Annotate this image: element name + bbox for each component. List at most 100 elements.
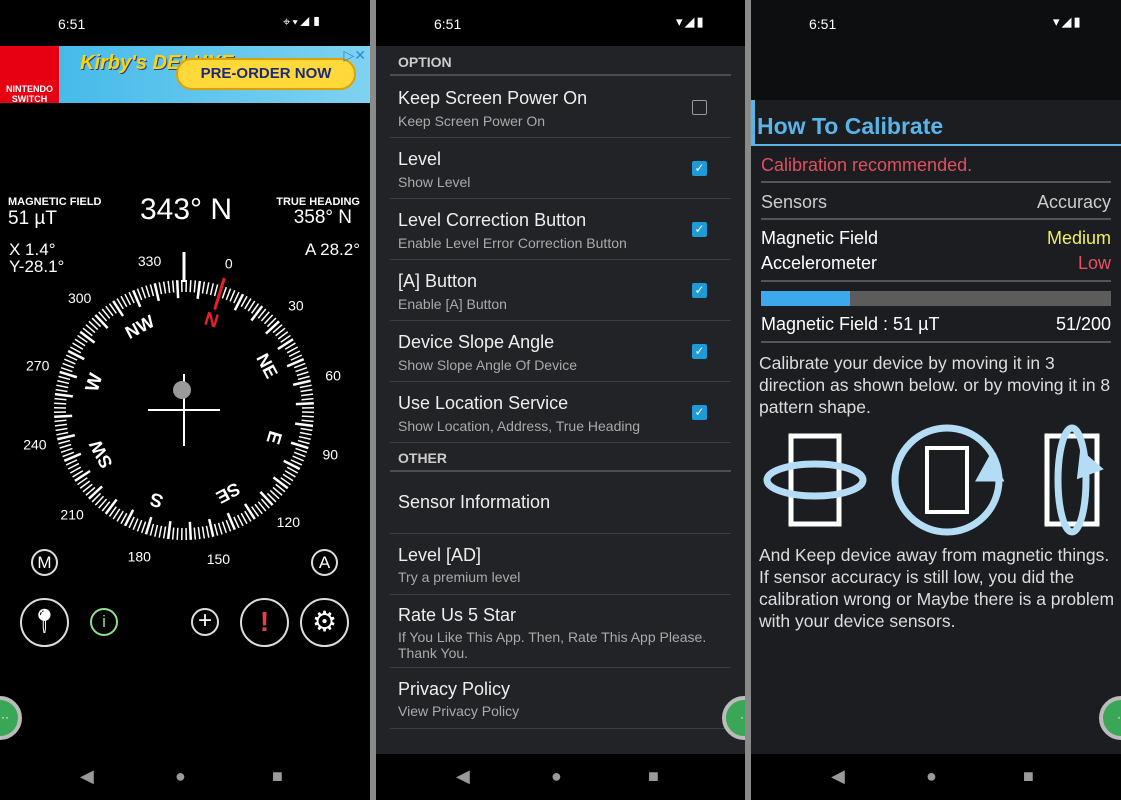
option-checkbox[interactable]: ✓: [692, 405, 707, 420]
back-icon[interactable]: ◀: [456, 766, 470, 787]
dial-tick: [56, 431, 69, 436]
other-subtitle: Try a premium level: [398, 569, 521, 585]
dial-tick: [149, 523, 155, 536]
dial-tick: [54, 423, 67, 427]
dial-tick: [196, 280, 202, 299]
nav-bar: ◀ ● ■: [0, 754, 370, 800]
degree-label: 210: [60, 506, 84, 522]
calibrate-screen: 6:51 ▾◢▮ How To Calibrate Calibration re…: [751, 0, 1121, 800]
floating-menu-button[interactable]: ··: [1099, 696, 1121, 740]
dial-tick: [144, 516, 153, 535]
dial-tick: [209, 283, 214, 296]
dial-tick: [59, 370, 78, 379]
other-item[interactable]: Sensor Information: [390, 473, 731, 534]
rotate-horizontal-icon: [763, 433, 867, 527]
nav-bar: ◀ ● ■: [376, 754, 745, 800]
recents-icon[interactable]: ■: [1023, 766, 1034, 787]
dial-tick: [201, 281, 206, 294]
dial-tick: [145, 285, 151, 298]
warning-text: And Keep device away from magnetic thing…: [759, 545, 1115, 631]
alert-button[interactable]: !: [240, 598, 289, 647]
ad-cta-button[interactable]: PRE-ORDER NOW: [176, 58, 356, 90]
dial-tick: [79, 330, 96, 344]
home-icon[interactable]: ●: [175, 766, 186, 787]
dial-tick: [301, 393, 314, 397]
dial-tick: [277, 338, 294, 351]
dial-tick: [205, 282, 210, 295]
dial-tick: [221, 521, 228, 534]
option-subtitle: Show Location, Address, True Heading: [398, 418, 641, 434]
dial-tick: [58, 375, 71, 381]
home-icon[interactable]: ●: [551, 766, 562, 787]
dial-tick: [162, 526, 167, 539]
option-checkbox[interactable]: ✓: [692, 222, 707, 237]
dial-tick: [292, 379, 311, 387]
accent-bar: [751, 100, 755, 146]
status-icons: ▾◢▮: [1053, 14, 1083, 29]
back-icon[interactable]: ◀: [80, 766, 94, 787]
divider: [390, 74, 731, 76]
ad-close-icon[interactable]: ▷✕: [344, 47, 367, 64]
recents-icon[interactable]: ■: [272, 766, 283, 787]
dial-tick: [225, 288, 232, 301]
dial-tick: [149, 284, 155, 297]
option-checkbox[interactable]: ✓: [692, 161, 707, 176]
option-checkbox[interactable]: [692, 100, 707, 115]
progress-text: 51/200: [1055, 314, 1111, 334]
sensor-accuracy: Low: [1077, 253, 1111, 273]
dial-tick: [55, 427, 68, 432]
recents-icon[interactable]: ■: [648, 766, 659, 787]
dial-tick: [171, 527, 175, 540]
dial-tick: [297, 439, 310, 445]
dial-tick: [213, 284, 219, 297]
floating-menu-button[interactable]: ··: [0, 696, 22, 740]
location-button[interactable]: 📍︎: [20, 598, 69, 647]
progress-fill: [761, 291, 851, 306]
m-button[interactable]: M: [31, 549, 58, 576]
degree-label: 120: [277, 514, 301, 530]
option-item[interactable]: Use Location Service Show Location, Addr…: [390, 382, 731, 443]
option-title: Level: [398, 149, 442, 169]
dial-tick: [225, 519, 232, 532]
dial-tick: [300, 388, 313, 393]
option-checkbox[interactable]: ✓: [692, 283, 707, 298]
settings-button[interactable]: ⚙: [300, 598, 349, 647]
status-bar: 6:51 ▾◢▮: [376, 0, 745, 46]
other-title: Sensor Information: [398, 492, 551, 512]
dial-tick: [299, 431, 312, 436]
ad-brand: NINTENDO SWITCH: [0, 46, 59, 104]
dial-tick: [136, 519, 143, 532]
add-button[interactable]: +: [191, 608, 219, 636]
magnetic-field-label: MAGNETIC FIELD: [8, 196, 102, 208]
direction-label: N: [202, 309, 221, 333]
north-needle: [213, 277, 226, 311]
back-icon[interactable]: ◀: [831, 766, 845, 787]
dial-tick: [55, 388, 68, 393]
option-item[interactable]: Level Correction Button Enable Level Err…: [390, 199, 731, 260]
degree-label: 330: [138, 253, 162, 269]
option-item[interactable]: Level Show Level ✓: [390, 138, 731, 199]
dial-tick: [54, 397, 67, 401]
a-button[interactable]: A: [311, 549, 338, 576]
status-icons: ▾◢▮: [676, 14, 706, 29]
option-item[interactable]: [A] Button Enable [A] Button ✓: [390, 260, 731, 321]
dial-tick: [197, 527, 201, 540]
true-heading-value: 358° N: [293, 207, 352, 228]
home-icon[interactable]: ●: [926, 766, 937, 787]
map-pin-icon: 📍︎: [29, 608, 60, 635]
status-icons: ⌖▾◢▮: [283, 14, 324, 29]
dial-tick: [295, 366, 308, 373]
option-item[interactable]: Device Slope Angle Show Slope Angle Of D…: [390, 321, 731, 382]
dial-tick: [171, 280, 175, 293]
other-item[interactable]: Privacy Policy View Privacy Policy: [390, 668, 731, 729]
dial-tick: [298, 435, 311, 440]
info-button[interactable]: i: [90, 608, 118, 636]
option-checkbox[interactable]: ✓: [692, 344, 707, 359]
option-item[interactable]: Keep Screen Power On Keep Screen Power O…: [390, 77, 731, 138]
dial-tick: [221, 286, 228, 299]
other-item[interactable]: Level [AD] Try a premium level: [390, 534, 731, 595]
ad-banner[interactable]: NINTENDO SWITCH Kirby's DELUXE PRE-ORDER…: [0, 46, 370, 104]
other-item[interactable]: Rate Us 5 Star If You Like This App. The…: [390, 595, 731, 668]
title-divider: [751, 144, 1121, 146]
compass-dial: 0 30 60 90 120 150 180 210 240 270 300 330 N NE E SE S SW…: [23, 252, 341, 567]
